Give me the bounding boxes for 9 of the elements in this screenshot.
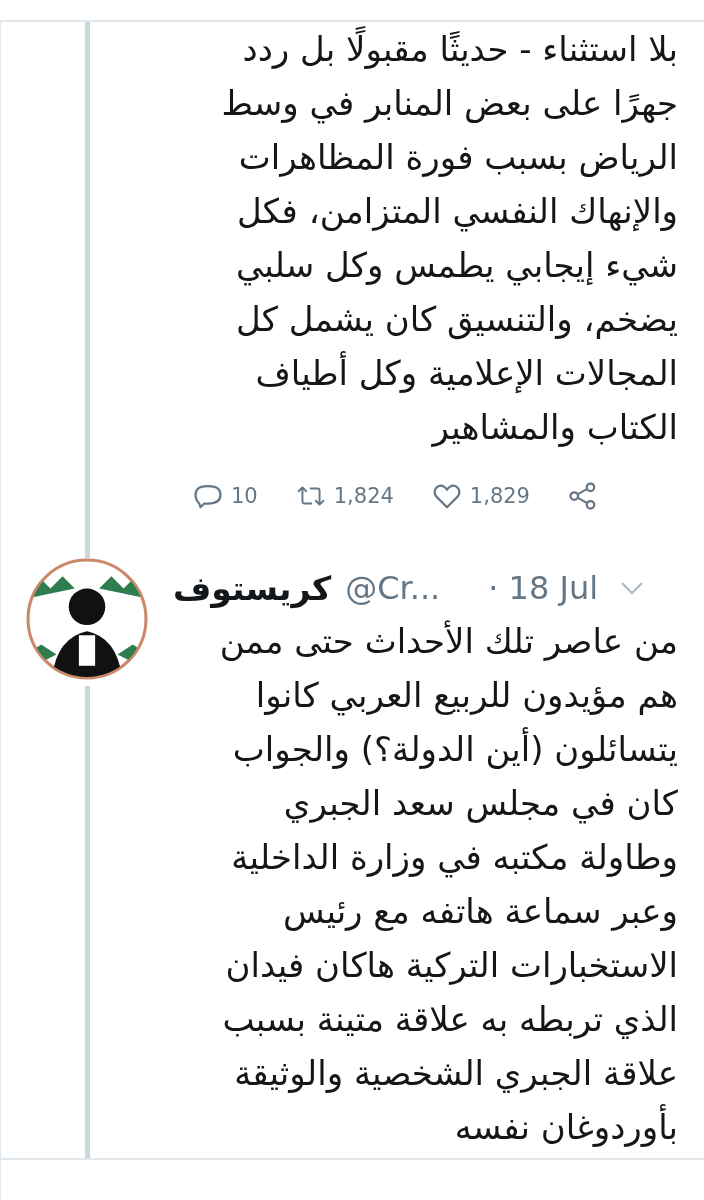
retweet-button[interactable]: 1,824 xyxy=(295,481,394,511)
author-handle[interactable]: @Cr... xyxy=(345,569,441,607)
author-name[interactable]: كريستوف xyxy=(173,568,332,608)
tweet-text: من عاصر تلك الأحداث حتى ممن هم مؤيدون للربيع العربي كانوا يتسائلون (أين الدولة؟) والجواب كان في مجلس سعد الجبري وطاولة مكتبه في وزارة الداخلية وعبر سماعة هاتفه مع رئيس الاستخبارات التركية هاكان فيدان الذي تربطه به علاقة متينة بسبب علاقة الجبري الشخصية والوثيقة بأوردوغان نفسه xyxy=(218,619,678,1149)
reply-button[interactable]: 10 xyxy=(193,481,258,511)
like-button[interactable]: 1,829 xyxy=(431,481,530,511)
tweet-text: بلا استثناء - حديثًا مقبولًا بل ردد جهرًا على بعض المنابر في وسط الرياض بسبب فورة المظاهرات والإنهاك النفسي المتزامن، فكل شيء إيجابي يطمس وكل سلبي يضخم، والتنسيق كان يشمل كل المجالات الإعلامية وكل أطياف الكتاب والمشاهير xyxy=(173,22,678,454)
share-icon[interactable] xyxy=(568,481,598,511)
tweet-date[interactable]: · 18 Jul xyxy=(488,569,599,607)
